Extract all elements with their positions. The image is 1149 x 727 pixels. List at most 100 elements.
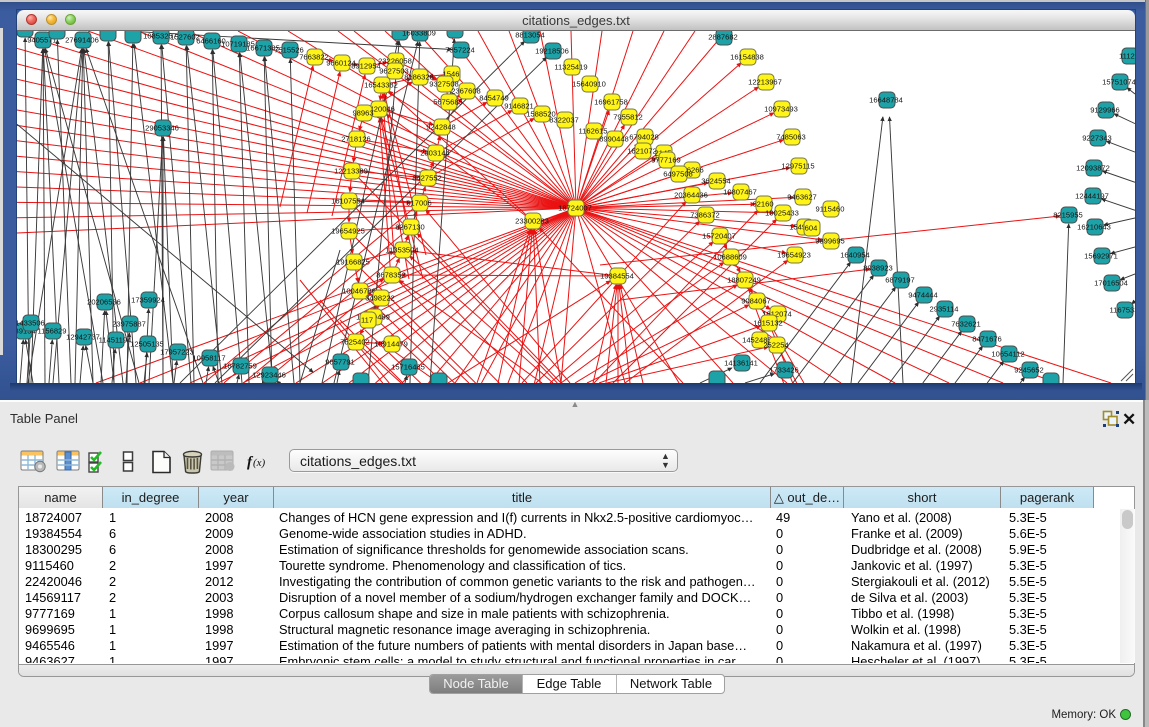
svg-text:12505135: 12505135 <box>130 340 164 349</box>
svg-text:20206536: 20206536 <box>87 298 121 307</box>
svg-text:1615132: 1615132 <box>753 319 783 328</box>
svg-text:9474444: 9474444 <box>908 291 938 300</box>
svg-text:10654112: 10654112 <box>991 350 1024 359</box>
svg-text:8678352: 8678352 <box>376 271 406 280</box>
svg-text:19166825: 19166825 <box>336 258 370 267</box>
svg-text:9463627: 9463627 <box>787 193 817 202</box>
svg-text:11451194: 11451194 <box>99 336 132 345</box>
svg-text:9227343: 9227343 <box>1082 134 1112 143</box>
svg-text:2935114: 2935114 <box>930 305 959 314</box>
svg-text:2887682: 2887682 <box>708 33 738 42</box>
svg-text:8215955: 8215955 <box>1053 211 1083 220</box>
svg-text:19654925: 19654925 <box>331 227 365 236</box>
svg-text:9084067: 9084067 <box>741 297 771 306</box>
svg-text:12923446: 12923446 <box>252 371 286 380</box>
svg-text:9242848: 9242848 <box>426 123 456 132</box>
svg-text:11325419: 11325419 <box>554 63 587 72</box>
svg-text:15751074: 15751074 <box>1102 78 1135 87</box>
svg-text:7485063: 7485063 <box>776 133 806 142</box>
svg-text:19654923: 19654923 <box>777 251 811 260</box>
svg-text:8471676: 8471676 <box>972 335 1002 344</box>
svg-text:9115460: 9115460 <box>816 205 845 214</box>
svg-text:252254: 252254 <box>763 341 788 350</box>
svg-text:16782759: 16782759 <box>223 362 257 371</box>
svg-text:23300283: 23300283 <box>515 217 549 226</box>
svg-text:11123: 11123 <box>1119 52 1135 61</box>
svg-text:8912954: 8912954 <box>351 62 381 71</box>
svg-text:16961758: 16961758 <box>594 98 628 107</box>
svg-text:62160: 62160 <box>752 200 773 209</box>
svg-text:1621072: 1621072 <box>627 147 657 156</box>
svg-text:12942737: 12942737 <box>66 333 100 342</box>
svg-text:98963: 98963 <box>352 109 373 118</box>
svg-text:(x): (x) <box>253 457 266 469</box>
svg-text:9657791: 9657791 <box>325 358 355 367</box>
svg-text:1640954: 1640954 <box>840 251 870 260</box>
svg-text:16543382: 16543382 <box>364 81 398 90</box>
svg-text:15640910: 15640910 <box>572 80 606 89</box>
svg-text:16154838: 16154838 <box>730 53 764 62</box>
svg-text:16648784: 16648784 <box>869 96 903 105</box>
svg-text:3498222: 3498222 <box>365 294 395 303</box>
svg-text:16033809: 16033809 <box>402 31 436 38</box>
svg-text:1733426: 1733426 <box>769 366 799 375</box>
svg-text:7632621: 7632621 <box>951 320 981 329</box>
svg-text:11353504: 11353504 <box>385 246 418 255</box>
svg-text:12444197: 12444197 <box>1075 192 1109 201</box>
svg-text:10914479: 10914479 <box>374 340 408 349</box>
svg-text:10973493: 10973493 <box>764 105 798 114</box>
svg-text:10958117: 10958117 <box>192 354 225 363</box>
svg-text:19384554: 19384554 <box>600 272 634 281</box>
svg-text:16107554: 16107554 <box>331 197 365 206</box>
svg-text:12213967: 12213967 <box>748 78 782 87</box>
svg-text:9245652: 9245652 <box>1014 366 1044 375</box>
svg-text:10688609: 10688609 <box>713 253 747 262</box>
svg-text:5675685: 5675685 <box>433 98 463 107</box>
svg-text:6497508: 6497508 <box>663 170 693 179</box>
svg-text:27691406: 27691406 <box>65 36 99 45</box>
svg-text:12213389: 12213389 <box>334 167 368 176</box>
svg-text:2718126: 2718126 <box>341 135 371 144</box>
svg-text:6794028: 6794028 <box>629 133 659 142</box>
svg-text:23975887: 23975887 <box>112 320 146 329</box>
svg-text:15692971: 15692971 <box>1084 252 1118 261</box>
svg-text:19218506: 19218506 <box>535 47 569 56</box>
svg-text:8813054: 8813054 <box>515 31 545 40</box>
svg-text:17359924: 17359924 <box>131 296 165 305</box>
svg-text:7625402: 7625402 <box>340 338 370 347</box>
svg-text:8938923: 8938923 <box>863 264 893 273</box>
svg-text:2367608: 2367608 <box>451 87 481 96</box>
svg-text:3624554: 3624554 <box>701 177 731 186</box>
svg-text:20364436: 20364436 <box>674 191 708 200</box>
svg-text:7955812: 7955812 <box>613 113 643 122</box>
svg-text:15720407: 15720407 <box>702 232 736 241</box>
svg-text:604: 604 <box>805 224 818 233</box>
svg-text:12975115: 12975115 <box>781 162 814 171</box>
svg-text:8322037: 8322037 <box>549 116 579 125</box>
svg-text:8267130: 8267130 <box>395 223 425 232</box>
svg-text:1167533: 1167533 <box>1110 306 1136 315</box>
svg-text:9899695: 9899695 <box>815 237 845 246</box>
svg-text:14136141: 14136141 <box>724 359 758 368</box>
svg-text:15716485: 15716485 <box>391 363 425 372</box>
svg-text:8427552: 8427552 <box>412 174 442 183</box>
svg-text:16210643: 16210643 <box>1077 223 1111 232</box>
svg-text:29053346: 29053346 <box>145 124 179 133</box>
svg-text:9777169: 9777169 <box>651 156 681 165</box>
svg-text:117: 117 <box>361 316 373 325</box>
svg-text:7357224: 7357224 <box>445 46 475 55</box>
svg-text:2803144: 2803144 <box>420 149 450 158</box>
svg-text:18807249: 18807249 <box>727 276 761 285</box>
svg-text:617006: 617006 <box>406 199 431 208</box>
svg-text:17016504: 17016504 <box>1094 279 1128 288</box>
svg-text:17957223: 17957223 <box>160 348 194 357</box>
svg-text:6879197: 6879197 <box>885 276 915 285</box>
svg-text:9129966: 9129966 <box>1090 106 1120 115</box>
svg-text:1156829: 1156829 <box>38 327 67 336</box>
svg-text:18724007: 18724007 <box>558 204 592 213</box>
svg-text:12093872: 12093872 <box>1076 164 1110 173</box>
svg-text:7663822: 7663822 <box>299 53 329 62</box>
svg-text:10807467: 10807467 <box>723 188 757 197</box>
svg-text:8990448: 8990448 <box>599 135 629 144</box>
svg-text:7386372: 7386372 <box>690 211 720 220</box>
